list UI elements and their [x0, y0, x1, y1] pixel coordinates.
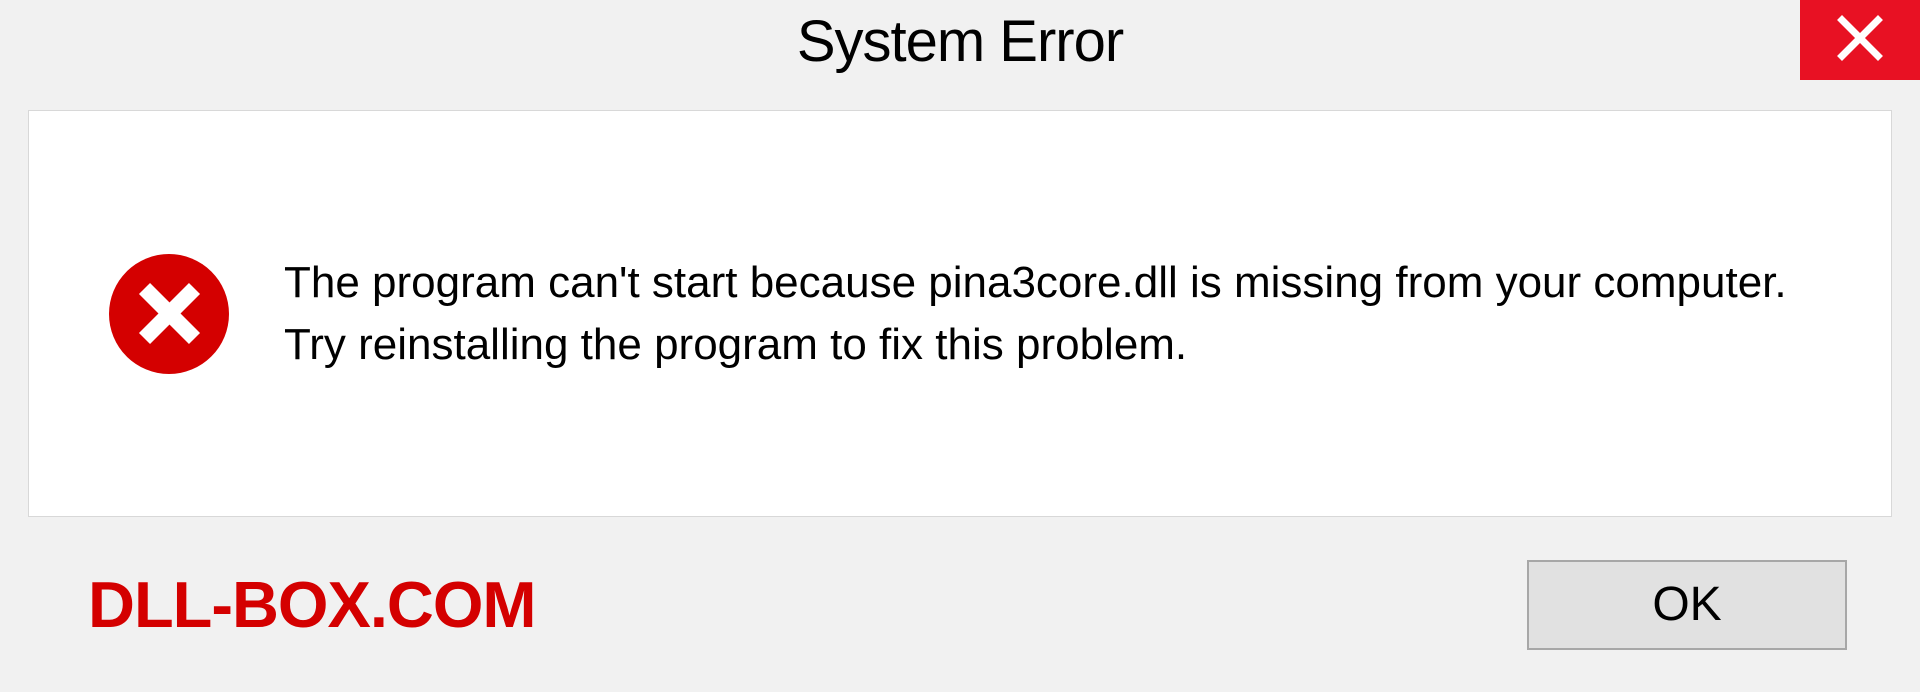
- message-box: The program can't start because pina3cor…: [28, 110, 1892, 517]
- dialog-title: System Error: [797, 8, 1123, 75]
- close-icon: [1836, 14, 1884, 67]
- error-icon: [109, 254, 229, 374]
- titlebar: System Error: [0, 0, 1920, 100]
- close-button[interactable]: [1800, 0, 1920, 80]
- error-dialog: System Error The program can't start bec…: [0, 0, 1920, 692]
- ok-button-label: OK: [1652, 577, 1721, 632]
- error-message: The program can't start because pina3cor…: [284, 252, 1811, 375]
- dialog-footer: DLL-BOX.COM OK: [28, 517, 1892, 692]
- brand-watermark: DLL-BOX.COM: [88, 567, 536, 642]
- content-area: The program can't start because pina3cor…: [0, 100, 1920, 692]
- ok-button[interactable]: OK: [1527, 560, 1847, 650]
